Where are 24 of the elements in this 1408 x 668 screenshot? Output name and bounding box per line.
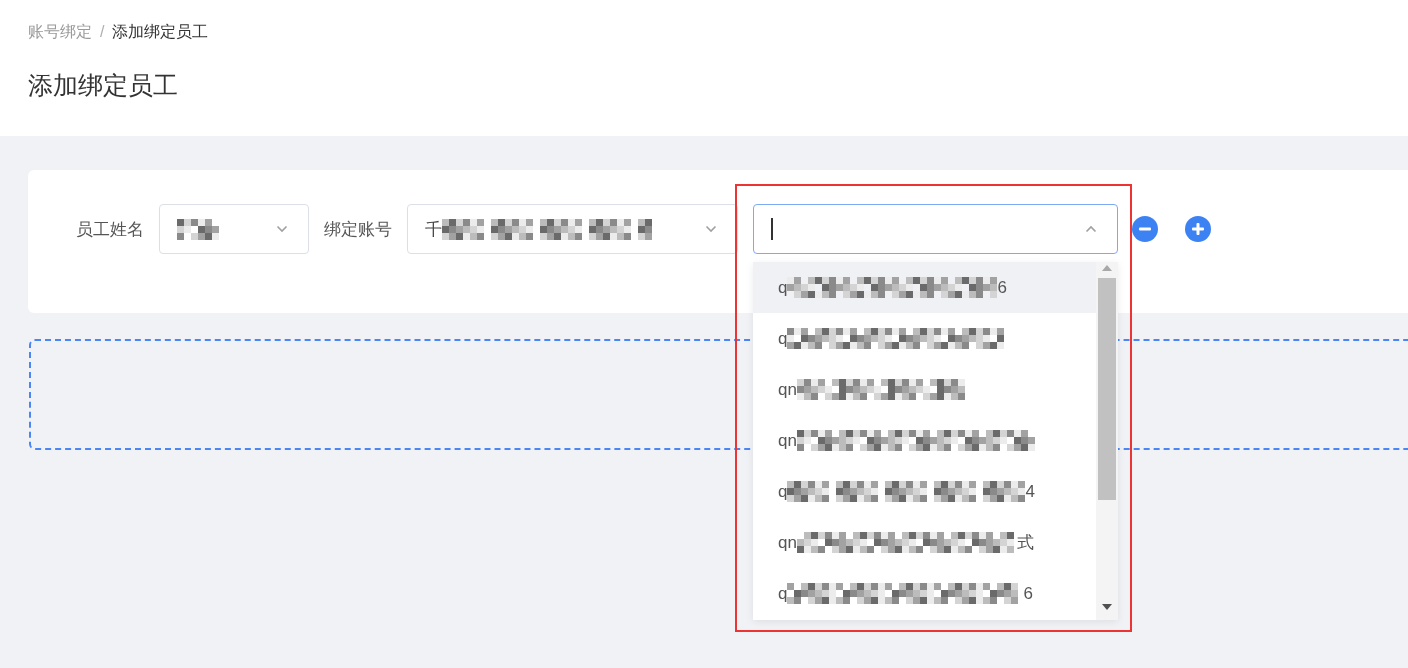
field-label: 员工姓名 xyxy=(76,218,144,241)
dropdown-option[interactable]: q xyxy=(753,313,1096,364)
scroll-up-icon[interactable] xyxy=(1102,265,1112,271)
dropdown-option[interactable]: qn xyxy=(753,364,1096,415)
page-title: 添加绑定员工 xyxy=(28,70,179,101)
dropdown-option[interactable]: q 6 xyxy=(753,568,1096,619)
scroll-down-icon[interactable] xyxy=(1102,604,1112,610)
select-field[interactable]: 千 xyxy=(407,204,738,254)
caret-icon xyxy=(276,225,288,233)
scrollbar-track[interactable] xyxy=(1096,262,1118,620)
breadcrumb-current: 添加绑定员工 xyxy=(112,22,209,42)
text-cursor-icon xyxy=(771,218,773,240)
scrollbar-thumb[interactable] xyxy=(1098,278,1116,500)
caret-icon xyxy=(705,225,717,233)
select-field[interactable] xyxy=(753,204,1118,254)
breadcrumb-separator: / xyxy=(100,22,105,42)
remove-icon[interactable] xyxy=(1132,216,1158,242)
caret-icon xyxy=(1085,225,1097,233)
dropdown-option[interactable]: q 4 xyxy=(753,466,1096,517)
dropdown-option[interactable]: qn xyxy=(753,415,1096,466)
add-icon[interactable] xyxy=(1185,216,1211,242)
dropdown-option[interactable]: qn 式 xyxy=(753,517,1096,568)
dropdown-option[interactable]: q 6 xyxy=(753,262,1096,313)
field-label: 绑定账号 xyxy=(324,218,392,241)
